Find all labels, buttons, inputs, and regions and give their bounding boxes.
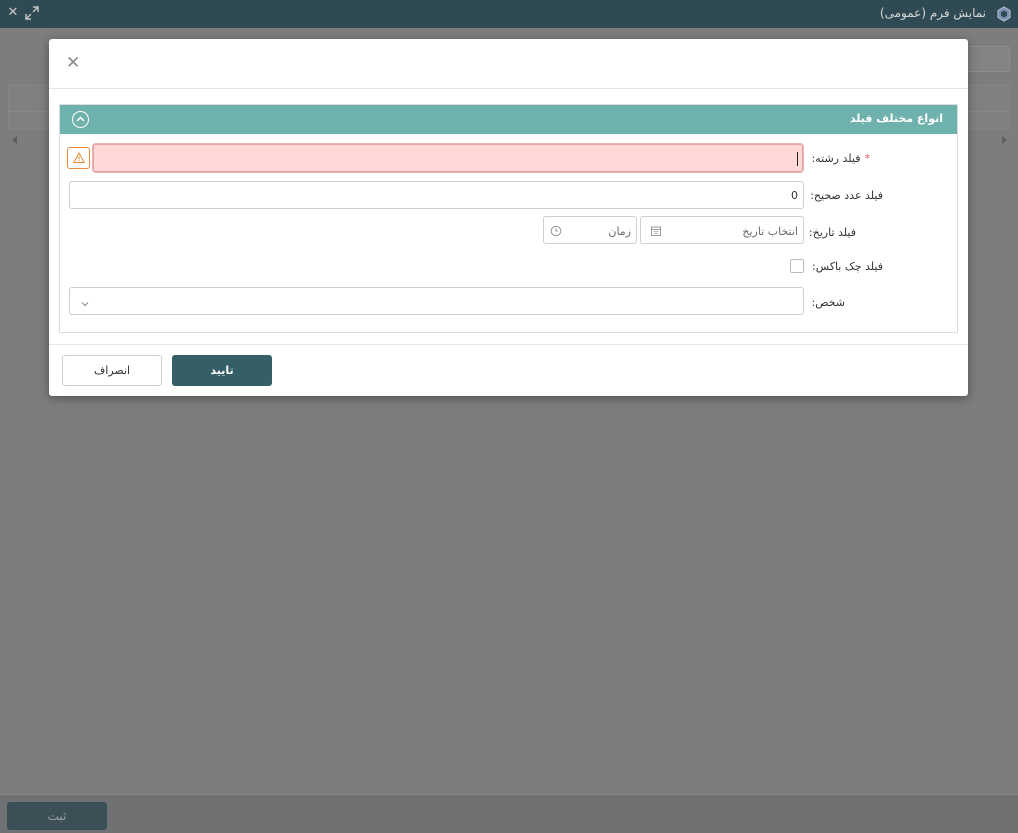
chevron-down-icon bbox=[81, 297, 89, 310]
string-field-label: *فیلد رشته: bbox=[811, 152, 871, 165]
expand-arrows-icon[interactable] bbox=[25, 6, 39, 20]
scroll-left-icon bbox=[12, 136, 17, 144]
warning-triangle-icon[interactable] bbox=[67, 147, 90, 169]
calendar-icon bbox=[650, 225, 662, 237]
window-titlebar: نمایش فرم (عمومی) ✕ bbox=[0, 0, 1018, 28]
integer-field-input[interactable]: 0 bbox=[69, 181, 804, 209]
ok-button[interactable]: تایید bbox=[172, 355, 272, 386]
hexagon-logo-icon bbox=[996, 6, 1012, 22]
person-select[interactable] bbox=[69, 287, 804, 315]
scroll-right-icon bbox=[1002, 136, 1007, 144]
dialog-header-divider bbox=[49, 88, 968, 89]
panel-title: انواع مختلف فیلد bbox=[849, 112, 943, 125]
checkbox-field-input[interactable] bbox=[790, 259, 804, 273]
string-field-input[interactable] bbox=[93, 144, 803, 172]
cancel-button[interactable]: انصراف bbox=[62, 355, 162, 386]
required-mark: * bbox=[864, 152, 871, 165]
bottom-action-bar bbox=[0, 794, 1018, 833]
clock-icon bbox=[550, 225, 562, 237]
date-placeholder: انتخاب تاریخ bbox=[742, 225, 798, 238]
window-close-icon[interactable]: ✕ bbox=[7, 6, 19, 20]
person-field-label: شخص: bbox=[811, 296, 846, 309]
text-caret bbox=[797, 152, 798, 166]
time-placeholder: زمان bbox=[608, 225, 631, 238]
panel-header[interactable]: انواع مختلف فیلد bbox=[60, 105, 957, 134]
checkbox-field-label: فیلد چک باکس: bbox=[811, 260, 883, 273]
time-picker-input[interactable]: زمان bbox=[543, 216, 637, 244]
submit-button: ثبت bbox=[7, 802, 107, 830]
integer-field-label: فیلد عدد صحیح: bbox=[810, 189, 883, 202]
integer-field-value: 0 bbox=[791, 189, 798, 202]
window-title: نمایش فرم (عمومی) bbox=[879, 6, 986, 20]
chevron-up-circle-icon[interactable] bbox=[72, 111, 89, 128]
date-picker-input[interactable]: انتخاب تاریخ bbox=[640, 216, 804, 244]
dialog-close-icon[interactable]: ✕ bbox=[66, 55, 80, 72]
date-field-label: فیلد تاریخ: bbox=[808, 226, 856, 239]
dialog-footer-divider bbox=[49, 344, 968, 345]
form-dialog: ✕ انواع مختلف فیلد *فیلد رشته: فیلد عدد … bbox=[49, 39, 968, 396]
